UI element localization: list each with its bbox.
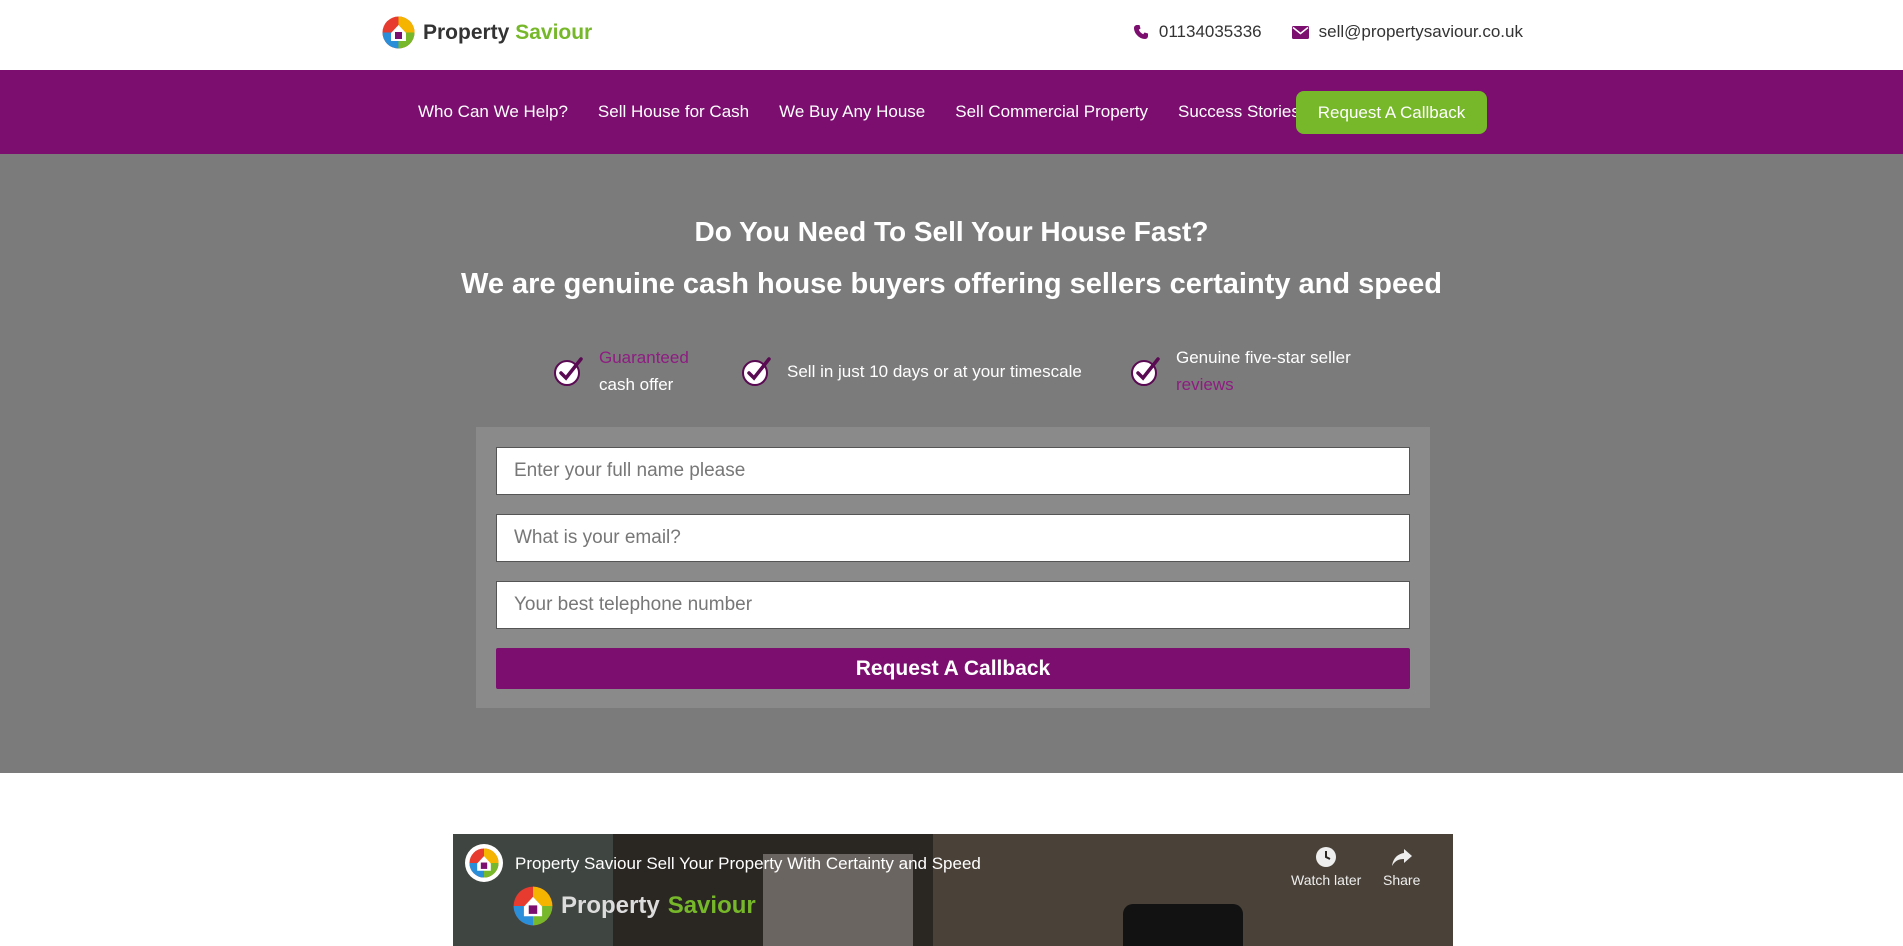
feature-list: Guaranteed cash offer Sell in just 10 da…	[0, 344, 1903, 404]
share-button[interactable]: Share	[1383, 846, 1420, 888]
logo-text: Property Saviour	[423, 21, 592, 45]
video-thumbnail-lamp	[1123, 904, 1243, 946]
logo-word-accent: Saviour	[515, 20, 593, 44]
request-callback-submit-button[interactable]: Request A Callback	[496, 648, 1410, 689]
watch-later-label: Watch later	[1291, 872, 1362, 888]
nav-item-sell-house-for-cash[interactable]: Sell House for Cash	[598, 102, 749, 122]
request-callback-nav-button[interactable]: Request A Callback	[1296, 91, 1487, 134]
nav-item-who-can-we-help[interactable]: Who Can We Help?	[418, 102, 568, 122]
check-circle-icon	[742, 357, 771, 386]
email-input[interactable]	[496, 514, 1410, 562]
share-arrow-icon	[1391, 849, 1412, 866]
check-circle-icon	[1131, 357, 1160, 386]
feature-ten-days: Sell in just 10 days or at your timescal…	[741, 344, 1082, 398]
reviews-link[interactable]: reviews	[1176, 375, 1234, 394]
logo-word-primary: Property	[423, 20, 510, 44]
logo-icon	[382, 16, 415, 49]
share-label: Share	[1383, 872, 1421, 888]
feature-text: Genuine five-star seller reviews	[1176, 344, 1351, 398]
phone-input[interactable]	[496, 581, 1410, 629]
main-nav: Who Can We Help? Sell House for Cash We …	[0, 70, 1903, 154]
phone-icon	[1133, 25, 1148, 39]
hero-title: Do You Need To Sell Your House Fast?	[694, 216, 1209, 247]
hero-subtitle: We are genuine cash house buyers offerin…	[461, 268, 1442, 300]
watch-later-button[interactable]: Watch later	[1291, 846, 1361, 888]
email-link[interactable]: sell@propertysaviour.co.uk	[1291, 22, 1523, 42]
feature-label: cash offer	[599, 375, 674, 394]
envelope-icon	[1291, 25, 1309, 39]
hero-section: Do You Need To Sell Your House Fast? We …	[0, 154, 1903, 773]
contact-info: 01134035336 sell@propertysaviour.co.uk	[1133, 22, 1523, 42]
video-brand-overlay: Property Saviour	[513, 886, 756, 926]
channel-logo-icon	[469, 848, 499, 878]
feature-text: Guaranteed cash offer	[599, 344, 689, 398]
nav-item-sell-commercial-property[interactable]: Sell Commercial Property	[955, 102, 1148, 122]
video-embed[interactable]: Property Saviour Sell Your Property With…	[453, 834, 1453, 946]
feature-label: Genuine five-star seller	[1176, 348, 1351, 367]
feature-label: Sell in just 10 days or at your timescal…	[787, 361, 1082, 381]
video-title[interactable]: Property Saviour Sell Your Property With…	[515, 854, 981, 874]
nav-item-we-buy-any-house[interactable]: We Buy Any House	[779, 102, 925, 122]
logo[interactable]: Property Saviour	[382, 16, 592, 49]
nav-item-success-stories[interactable]: Success Stories	[1178, 102, 1300, 122]
channel-avatar[interactable]	[465, 844, 503, 882]
clock-icon	[1316, 847, 1337, 867]
feature-highlight: Guaranteed	[599, 348, 689, 367]
check-circle-icon	[554, 357, 583, 386]
feature-guaranteed-offer: Guaranteed cash offer	[553, 344, 689, 398]
feature-five-star-reviews: Genuine five-star seller reviews	[1130, 344, 1351, 398]
brand-word-primary: Property	[561, 892, 660, 919]
phone-number: 01134035336	[1158, 22, 1262, 41]
brand-logo-icon	[513, 886, 553, 926]
phone-link[interactable]: 01134035336	[1133, 22, 1262, 42]
callback-form: Request A Callback	[476, 427, 1430, 708]
email-address: sell@propertysaviour.co.uk	[1318, 22, 1523, 41]
brand-word-accent: Saviour	[667, 892, 756, 919]
nav-links: Who Can We Help? Sell House for Cash We …	[418, 70, 1300, 154]
full-name-input[interactable]	[496, 447, 1410, 495]
site-header: Property Saviour 01134035336 sell@proper…	[0, 0, 1903, 70]
